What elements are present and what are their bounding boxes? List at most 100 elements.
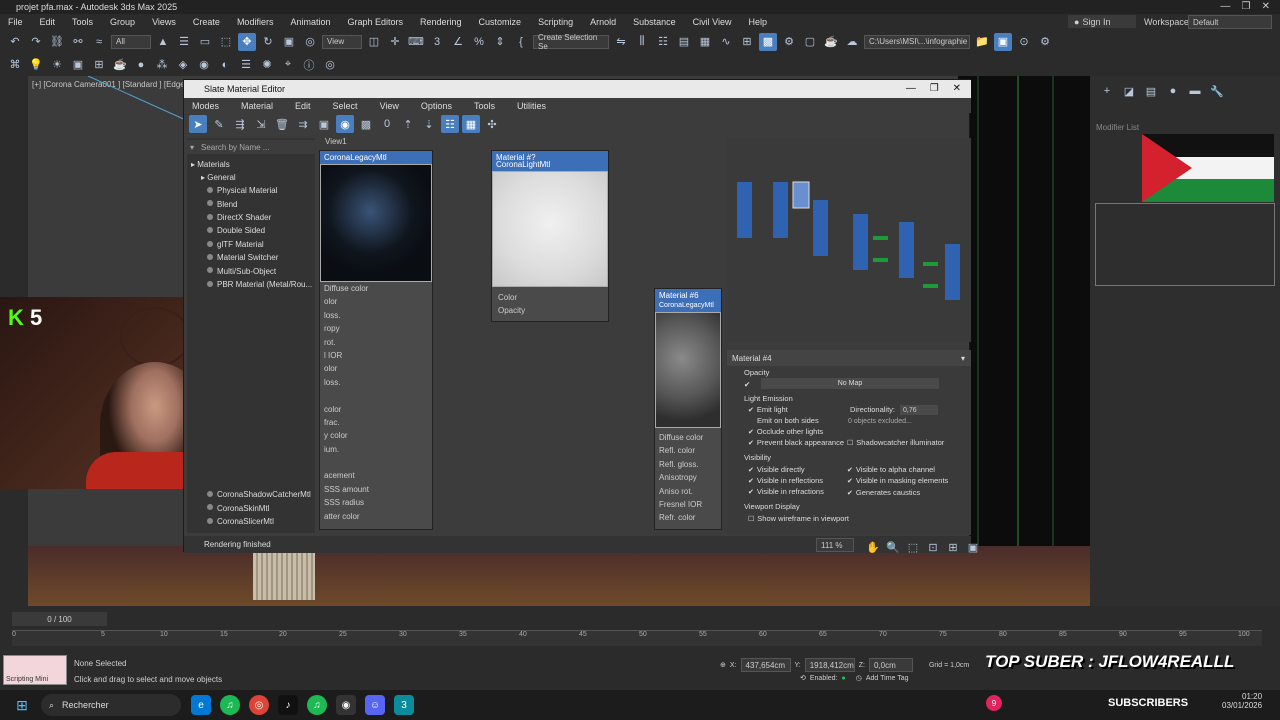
corona-icon[interactable]: ◎ (321, 56, 339, 74)
emit-light-checkbox[interactable]: ✔ Emit light (748, 404, 788, 415)
3dsmax-icon[interactable]: 3 (394, 695, 414, 715)
z-coord[interactable]: 0,0cm (868, 658, 913, 672)
visible-refractions-checkbox[interactable]: ✔ Visible in refractions (748, 486, 824, 497)
node-slot[interactable]: Diffuse color (659, 431, 721, 444)
pick-material-icon[interactable]: ✎ (210, 115, 228, 133)
assign-material-icon[interactable]: ⇲ (252, 115, 270, 133)
move-icon[interactable]: ✥ (238, 32, 256, 51)
slate-menu-view[interactable]: View (380, 101, 399, 111)
select-by-name-icon[interactable]: ☰ (175, 33, 193, 51)
move-children-icon[interactable]: ⇉ (294, 115, 312, 133)
select-tool-icon[interactable]: ➤ (189, 115, 207, 133)
menu-animation[interactable]: Animation (290, 17, 330, 27)
node-slot[interactable]: Opacity (498, 304, 608, 317)
background-icon[interactable]: ▩ (357, 115, 375, 133)
node-slot[interactable]: Refr. color (659, 511, 721, 524)
undo-icon[interactable]: ↶ (6, 33, 24, 51)
material-ball-icon[interactable]: ● (132, 56, 150, 74)
pivot-icon[interactable]: ◫ (365, 33, 383, 51)
render-setup-icon[interactable]: ⚙ (780, 33, 798, 51)
x-coord[interactable]: 437,654cm (740, 658, 791, 672)
browser-item[interactable]: Multi/Sub-Object (187, 264, 315, 277)
menu-modifiers[interactable]: Modifiers (237, 17, 274, 27)
grid-icon[interactable]: ⊞ (90, 56, 108, 74)
node-slot[interactable]: color (324, 403, 432, 416)
sun-icon[interactable]: ☀ (48, 56, 66, 74)
browser-item[interactable]: DirectX Shader (187, 211, 315, 224)
node-slot[interactable]: frac. (324, 416, 432, 429)
browser-search-input[interactable]: ▾ Search by Name ... (187, 140, 315, 154)
browser-group[interactable]: ▸ General (187, 171, 315, 184)
show-in-viewport-icon[interactable]: ◉ (336, 115, 354, 133)
node-slot[interactable]: SSS radius (324, 496, 432, 509)
node-view[interactable]: View1 CoronaLegacyMtl Diffuse color olor… (319, 134, 724, 534)
enabled-indicator-icon[interactable]: ● (842, 675, 846, 682)
time-tag-icon[interactable]: ◷ (856, 674, 862, 682)
discord-icon[interactable]: ☺ (365, 695, 385, 715)
align-icon[interactable]: ⫼ (633, 33, 651, 51)
node-slot[interactable]: Anisotropy (659, 471, 721, 484)
sign-in-button[interactable]: ● Sign In (1068, 15, 1136, 28)
node-slot[interactable]: atter color (324, 510, 432, 523)
layers-icon[interactable]: ☰ (237, 56, 255, 74)
tiktok-icon[interactable]: ♪ (278, 695, 298, 715)
named-selection-dropdown[interactable]: Create Selection Se (533, 33, 609, 51)
browser-item[interactable]: glTF Material (187, 238, 315, 251)
visible-alpha-checkbox[interactable]: ✔ Visible to alpha channel (847, 464, 935, 475)
percent-snap-icon[interactable]: % (470, 33, 488, 51)
motion-tab-icon[interactable]: ● (1164, 82, 1182, 100)
layout-all-icon[interactable]: ☷ (441, 115, 459, 133)
help-icon[interactable]: ⊙ (1015, 33, 1033, 51)
layer-icon[interactable]: ☷ (654, 33, 672, 51)
slate-menu-edit[interactable]: Edit (295, 101, 311, 111)
time-slider[interactable]: 0 / 100 (12, 612, 107, 626)
modifier-stack[interactable] (1095, 203, 1275, 286)
visible-reflections-checkbox[interactable]: ✔ Visible in reflections (748, 475, 823, 486)
light-icon[interactable]: 💡 (27, 56, 45, 74)
adaptive-icon[interactable]: ⟲ (800, 674, 806, 682)
proxy-icon[interactable]: ◈ (174, 56, 192, 74)
manipulate-icon[interactable]: ✛ (386, 33, 404, 51)
windows-start-icon[interactable]: ⊞ (12, 695, 32, 715)
ribbon-icon[interactable]: ▦ (696, 33, 714, 51)
node-slot[interactable]: SSS amount (324, 483, 432, 496)
clock[interactable]: 01:20 03/01/2026 (1222, 692, 1262, 710)
occlude-lights-checkbox[interactable]: ✔ Occlude other lights (748, 426, 823, 437)
menu-graph-editors[interactable]: Graph Editors (347, 17, 403, 27)
node-slot[interactable]: Refl. gloss. (659, 458, 721, 471)
window-controls[interactable]: — ❐ ✕ (1220, 1, 1270, 12)
navigator-panel[interactable] (727, 138, 971, 342)
menu-civil-view[interactable]: Civil View (693, 17, 732, 27)
node-slot[interactable]: ropy (324, 322, 432, 335)
lock-icon[interactable]: ⊕ (720, 661, 726, 669)
menu-views[interactable]: Views (152, 17, 176, 27)
y-coord[interactable]: 1918,412cm (804, 658, 855, 672)
shadowcatcher-checkbox[interactable]: ☐ Shadowcatcher illuminator (847, 437, 944, 448)
select-object-icon[interactable]: ▲ (154, 33, 172, 51)
browser-item[interactable]: CoronaSkinMtl (187, 501, 315, 514)
render-frame-icon[interactable]: ▢ (801, 33, 819, 51)
decal-icon[interactable]: ◐ (216, 56, 234, 74)
prevent-black-checkbox[interactable]: ✔ Prevent black appearance (748, 437, 844, 448)
reference-coord-dropdown[interactable]: View (322, 34, 362, 49)
node-slot[interactable]: l IOR (324, 349, 432, 362)
node-slot[interactable]: olor (324, 295, 432, 308)
keyboard-shortcut-icon[interactable]: ⌨ (407, 33, 425, 51)
menu-scripting[interactable]: Scripting (538, 17, 573, 27)
node-slot[interactable]: Aniso rot. (659, 485, 721, 498)
node-slot[interactable]: ium. (324, 443, 432, 456)
track-bar[interactable]: 0 5 10 15 20 25 30 35 40 45 50 55 60 65 … (12, 630, 1262, 646)
material-node-1[interactable]: CoronaLegacyMtl Diffuse color olor loss.… (319, 150, 433, 530)
spinner-snap-icon[interactable]: ⇕ (491, 33, 509, 51)
scale-icon[interactable]: ▣ (280, 33, 298, 51)
material-map-navigator-icon[interactable]: ✣ (483, 115, 501, 133)
node-slot[interactable]: Refl. color (659, 444, 721, 457)
angle-snap-icon[interactable]: ∠ (449, 33, 467, 51)
node-slot[interactable]: acement (324, 469, 432, 482)
delete-icon[interactable]: 🗑 (273, 115, 291, 133)
link-icon[interactable]: ⛓ (48, 33, 66, 51)
menu-substance[interactable]: Substance (633, 17, 676, 27)
sky-icon[interactable]: ✺ (258, 56, 276, 74)
frame-icon[interactable]: ▣ (69, 56, 87, 74)
window-crossing-icon[interactable]: ⬚ (217, 33, 235, 51)
